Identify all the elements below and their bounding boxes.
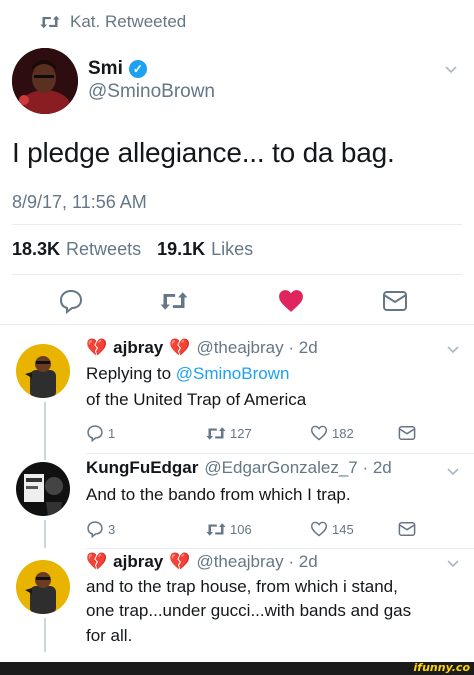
verified-badge-icon: ✓ (128, 60, 147, 78)
reply-author[interactable]: 💔 ajbray 💔 @theajbray · 2d (86, 338, 318, 358)
display-name: ajbray (113, 552, 164, 571)
reply-text-line: one trap...under gucci...with bands and … (86, 601, 412, 620)
likes-count[interactable]: 19.1K (157, 239, 205, 260)
likes-label[interactable]: Likes (211, 239, 253, 260)
thread-line (44, 520, 46, 548)
divider (12, 224, 462, 225)
broken-heart-icon: 💔 (169, 338, 191, 357)
like-icon (310, 425, 328, 441)
handle-and-time: @theajbray · 2d (196, 338, 318, 357)
broken-heart-icon: 💔 (86, 338, 108, 357)
user-handle[interactable]: @SminoBrown (88, 81, 215, 103)
reply-icon (87, 521, 103, 538)
thread-line (44, 618, 46, 652)
handle-and-time: @theajbray · 2d (196, 552, 318, 571)
avatar[interactable] (16, 462, 70, 516)
watermark-bar: ifunny.co (0, 661, 474, 675)
divider (86, 453, 474, 454)
retweet-icon (206, 426, 226, 440)
thread-line (44, 402, 46, 460)
display-name: ajbray (113, 338, 164, 357)
broken-heart-icon: 💔 (169, 552, 191, 571)
avatar[interactable] (16, 560, 70, 614)
like-icon (310, 521, 328, 537)
direct-message-icon[interactable] (382, 290, 408, 312)
watermark-text: ifunny.co (413, 661, 470, 674)
avatar-image (16, 462, 70, 516)
handle-and-time: @EdgarGonzalez_7 · 2d (204, 458, 392, 477)
reply-icon[interactable] (58, 288, 84, 314)
avatar-image (16, 344, 70, 398)
reply-text: of the United Trap of America (86, 390, 307, 409)
reply-button[interactable]: 3 (86, 520, 206, 538)
divider (0, 324, 474, 325)
broken-heart-icon: 💔 (86, 552, 108, 571)
like-button[interactable]: 145 (310, 521, 398, 537)
reply-icon (87, 425, 103, 442)
reply-text-line: for all. (86, 626, 133, 645)
avatar-image (16, 560, 70, 614)
retweeted-label: Kat. Retweeted (70, 12, 187, 31)
chevron-down-icon[interactable] (444, 62, 458, 76)
reply-button[interactable]: 1 (86, 424, 206, 442)
tweet-stats: 18.3K Retweets 19.1K Likes (12, 239, 263, 260)
replying-to-link[interactable]: @SminoBrown (176, 364, 290, 383)
retweet-button[interactable]: 106 (206, 522, 310, 537)
retweet-icon (206, 522, 226, 536)
replying-to: Replying to @SminoBrown (86, 364, 290, 383)
tweet-timestamp[interactable]: 8/9/17, 11:56 AM (12, 192, 147, 213)
reply-text: And to the bando from which I trap. (86, 485, 351, 504)
retweet-button[interactable]: 127 (206, 426, 310, 441)
reply-author[interactable]: KungFuEdgar @EdgarGonzalez_7 · 2d (86, 458, 392, 478)
retweet-icon[interactable] (160, 290, 188, 312)
chevron-down-icon[interactable] (446, 342, 460, 356)
display-name[interactable]: Smi ✓ (88, 58, 147, 80)
direct-message-icon (398, 426, 416, 440)
retweets-count[interactable]: 18.3K (12, 239, 60, 260)
avatar[interactable] (16, 344, 70, 398)
direct-message-button[interactable] (398, 425, 416, 441)
reply-action-bar: 3 106 145 (86, 520, 416, 538)
reply-text-line: and to the trap house, from which i stan… (86, 577, 398, 596)
avatar-image (12, 48, 78, 114)
divider (12, 274, 462, 275)
direct-message-icon (398, 522, 416, 536)
chevron-down-icon[interactable] (446, 556, 460, 570)
retweeted-header: Kat. Retweeted (40, 12, 186, 32)
retweet-icon (40, 15, 60, 29)
reply-author[interactable]: 💔 ajbray 💔 @theajbray · 2d (86, 552, 318, 572)
like-icon-active[interactable] (278, 289, 304, 313)
retweets-label[interactable]: Retweets (66, 239, 141, 260)
chevron-down-icon[interactable] (446, 464, 460, 478)
divider (86, 548, 474, 549)
reply-action-bar: 1 127 182 (86, 424, 416, 442)
direct-message-button[interactable] (398, 521, 416, 537)
like-button[interactable]: 182 (310, 425, 398, 441)
avatar[interactable] (12, 48, 78, 114)
display-name: KungFuEdgar (86, 458, 199, 477)
tweet-text: I pledge allegiance... to da bag. (12, 137, 395, 168)
